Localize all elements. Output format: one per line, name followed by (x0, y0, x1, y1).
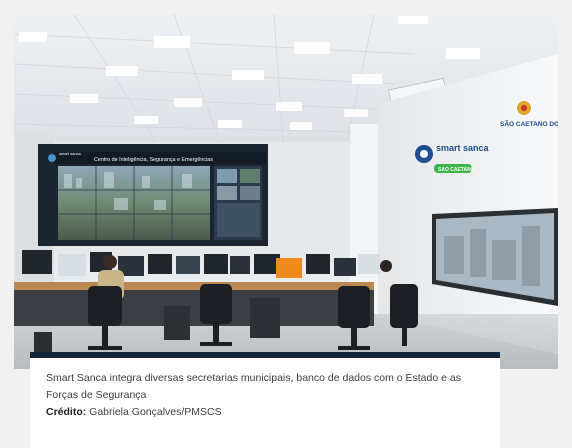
credit-value: Gabriela Gonçalves/PMSCS (89, 406, 222, 418)
operator-head (103, 255, 117, 269)
control-room-illustration: smart sanca Centro de Inteligência, Segu… (14, 14, 558, 369)
video-wall-logo: smart sanca (59, 151, 82, 156)
city-crest-inner (521, 105, 527, 111)
trash-bin (34, 332, 52, 354)
desk-front (14, 290, 374, 326)
wall-logo-badge-text: SAO CAETANO (438, 167, 475, 173)
photo-caption: Smart Sanca integra diversas secretarias… (30, 352, 500, 448)
desk-top (14, 282, 374, 290)
control-room-photo: smart sanca Centro de Inteligência, Segu… (14, 14, 558, 369)
desk-cabinet (164, 306, 190, 340)
operator-head (380, 260, 392, 272)
side-feed (217, 203, 260, 237)
article-figure: smart sanca Centro de Inteligência, Segu… (0, 0, 572, 448)
side-feed (217, 169, 237, 183)
side-feed (240, 186, 260, 200)
city-logo-text: SÃO CAETANO DO SUL (500, 119, 558, 128)
video-wall-logo-icon (48, 154, 56, 162)
credit-label: Crédito: (46, 406, 87, 418)
video-wall-title: Centro de Inteligência, Segurança e Emer… (94, 157, 213, 163)
desk-cabinet (250, 298, 280, 338)
side-feed (240, 169, 260, 183)
wall-logo-icon-inner (420, 150, 428, 158)
wall-logo-text: smart sanca (436, 143, 490, 153)
caption-credit: Crédito: Gabriela Gonçalves/PMSCS (46, 404, 484, 421)
caption-text: Smart Sanca integra diversas secretarias… (46, 372, 461, 401)
side-feed (217, 186, 237, 200)
